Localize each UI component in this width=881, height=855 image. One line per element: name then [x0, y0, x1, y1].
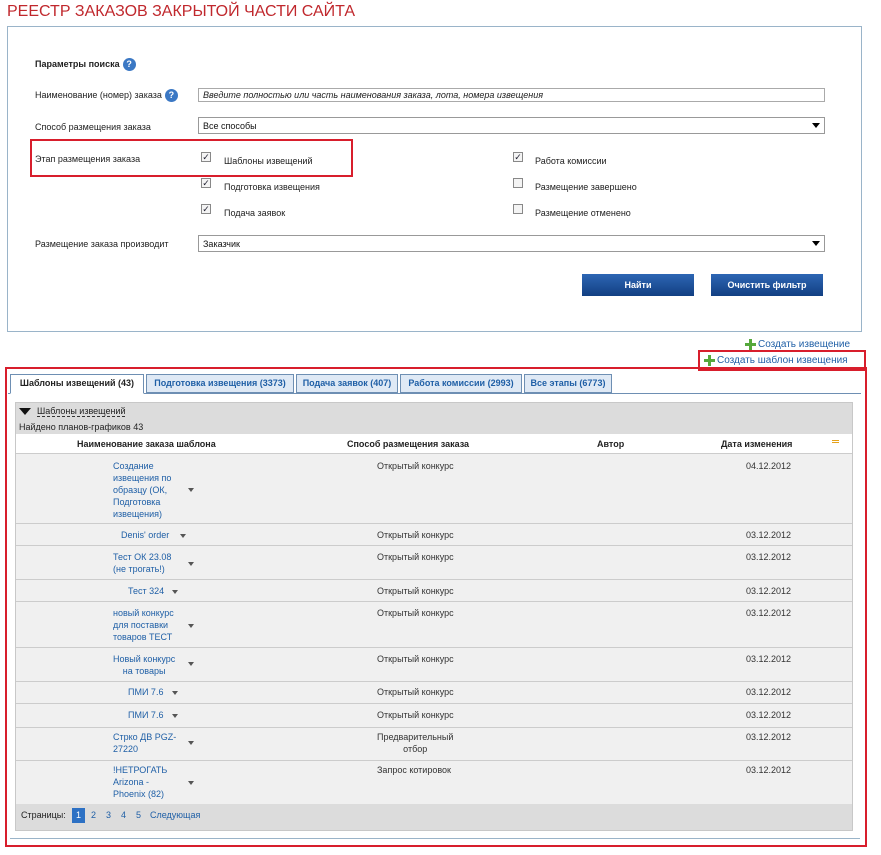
row-method: Открытый конкурс [377, 586, 454, 596]
stage-checkbox-cancelled[interactable] [513, 204, 523, 214]
row-date: 03.12.2012 [746, 552, 792, 562]
chevron-down-icon[interactable] [172, 590, 178, 594]
column-settings-icon[interactable] [832, 440, 839, 441]
row-name-link[interactable]: Тест 324 [128, 585, 164, 597]
create-notice-link[interactable]: Создать извещение [745, 339, 850, 350]
stage-label-commission: Работа комиссии [535, 156, 607, 166]
row-name-link[interactable]: Новый конкурс на товары [113, 653, 175, 677]
row-date: 03.12.2012 [746, 586, 792, 596]
page-5-link[interactable]: 5 [136, 810, 141, 820]
page-title: РЕЕСТР ЗАКАЗОВ ЗАКРЫТОЙ ЧАСТИ САЙТА [7, 3, 356, 20]
chevron-down-icon[interactable] [188, 624, 194, 628]
chevron-down-icon [812, 123, 820, 128]
column-header-name[interactable]: Наименование заказа шаблона [77, 439, 216, 449]
row-name-link[interactable]: Denis' order [121, 529, 169, 541]
chevron-down-icon[interactable] [188, 662, 194, 666]
row-method: Предварительный отбор [377, 732, 454, 754]
stage-label-applications: Подача заявок [224, 208, 286, 218]
row-name-link[interactable]: ПМИ 7.6 [128, 709, 163, 721]
pagination-label: Страницы: [21, 810, 66, 820]
row-method: Открытый конкурс [377, 687, 454, 697]
page-1-button[interactable]: 1 [72, 808, 85, 823]
stage-label-preparation: Подготовка извещения [224, 182, 320, 192]
plus-icon [704, 355, 715, 366]
column-header-author[interactable]: Автор [597, 439, 624, 449]
row-method: Открытый конкурс [377, 552, 454, 562]
producer-label: Размещение заказа производит [35, 239, 169, 249]
row-name-link[interactable]: Создание извещения по образцу (ОК, Подго… [113, 460, 171, 520]
chevron-down-icon[interactable] [172, 691, 178, 695]
method-label: Способ размещения заказа [35, 122, 151, 132]
tab-applications[interactable]: Подача заявок (407) [296, 374, 398, 393]
page-3-link[interactable]: 3 [106, 810, 111, 820]
tab-all-stages[interactable]: Все этапы (6773) [524, 374, 612, 393]
column-header-method[interactable]: Способ размещения заказа [347, 439, 469, 449]
bottom-divider [10, 838, 860, 839]
method-select[interactable]: Все способы [198, 117, 825, 134]
chevron-down-icon[interactable] [188, 741, 194, 745]
tab-commission[interactable]: Работа комиссии (2993) [400, 374, 522, 393]
chevron-down-icon[interactable] [188, 781, 194, 785]
row-date: 03.12.2012 [746, 608, 792, 618]
row-name-link[interactable]: новый конкурс для поставки товаров ТЕСТ [113, 607, 174, 643]
row-name-link[interactable]: Тест ОК 23.08 (не трогать!) [113, 551, 171, 575]
stage-checkbox-completed[interactable] [513, 178, 523, 188]
page-2-link[interactable]: 2 [91, 810, 96, 820]
row-date: 03.12.2012 [746, 687, 792, 697]
row-name-link[interactable]: ПМИ 7.6 [128, 686, 163, 698]
next-page-link[interactable]: Следующая [150, 810, 200, 820]
found-count: Найдено планов-графиков 43 [19, 422, 144, 432]
row-date: 04.12.2012 [746, 461, 792, 471]
stage-checkbox-templates[interactable]: ✓ [201, 152, 211, 162]
row-method: Открытый конкурс [377, 608, 454, 618]
plus-icon [745, 339, 756, 350]
producer-select[interactable]: Заказчик [198, 235, 825, 252]
search-section-title: Параметры поиска? [35, 58, 136, 71]
row-date: 03.12.2012 [746, 732, 792, 742]
collapse-triangle-icon[interactable] [19, 408, 31, 415]
create-template-link[interactable]: Создать шаблон извещения [704, 355, 848, 366]
group-title[interactable]: Шаблоны извещений [37, 406, 126, 417]
stage-label-cancelled: Размещение отменено [535, 208, 631, 218]
order-name-label: Наименование (номер) заказа? [35, 89, 178, 102]
clear-filter-button[interactable]: Очистить фильтр [711, 274, 823, 296]
row-date: 03.12.2012 [746, 710, 792, 720]
row-method: Открытый конкурс [377, 654, 454, 664]
row-date: 03.12.2012 [746, 765, 792, 775]
tab-preparation[interactable]: Подготовка извещения (3373) [146, 374, 294, 393]
row-method: Запрос котировок [377, 765, 451, 775]
chevron-down-icon[interactable] [188, 562, 194, 566]
tab-templates[interactable]: Шаблоны извещений (43) [10, 374, 144, 394]
stage-checkbox-preparation[interactable]: ✓ [201, 178, 211, 188]
find-button[interactable]: Найти [582, 274, 694, 296]
stage-label-completed: Размещение завершено [535, 182, 637, 192]
stage-checkbox-commission[interactable]: ✓ [513, 152, 523, 162]
row-method: Открытый конкурс [377, 530, 454, 540]
help-icon[interactable]: ? [122, 58, 136, 71]
stage-label-templates: Шаблоны извещений [224, 156, 313, 166]
row-method: Открытый конкурс [377, 461, 454, 471]
row-name-link[interactable]: Стрко ДВ PGZ- 27220 [113, 731, 176, 755]
stage-checkbox-applications[interactable]: ✓ [201, 204, 211, 214]
help-icon[interactable]: ? [164, 89, 178, 102]
row-date: 03.12.2012 [746, 530, 792, 540]
chevron-down-icon[interactable] [188, 488, 194, 492]
chevron-down-icon [812, 241, 820, 246]
chevron-down-icon[interactable] [172, 714, 178, 718]
chevron-down-icon[interactable] [180, 534, 186, 538]
row-name-link[interactable]: !НЕТРОГАТЬ Arizona - Phoenix (82) [113, 764, 167, 800]
order-name-input[interactable]: Введите полностью или часть наименования… [198, 88, 825, 102]
page-4-link[interactable]: 4 [121, 810, 126, 820]
stage-label: Этап размещения заказа [35, 154, 141, 164]
row-method: Открытый конкурс [377, 710, 454, 720]
row-date: 03.12.2012 [746, 654, 792, 664]
column-header-date[interactable]: Дата изменения [721, 439, 792, 449]
